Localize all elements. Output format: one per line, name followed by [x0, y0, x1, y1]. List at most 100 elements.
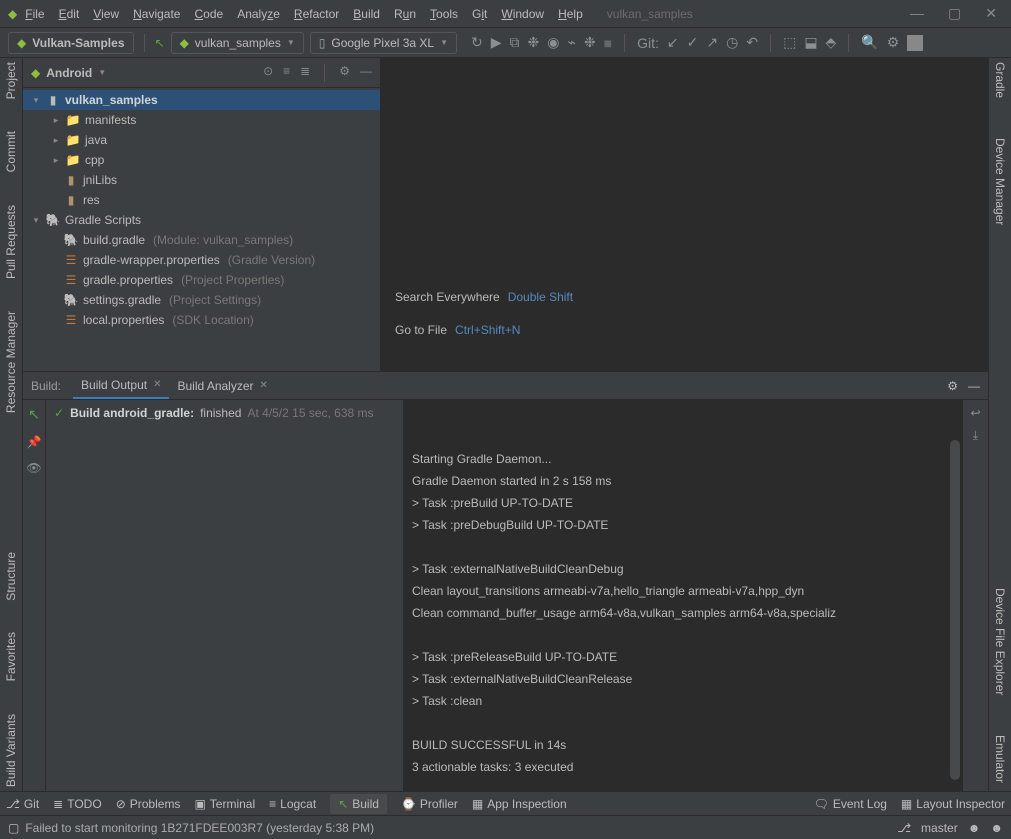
tool-layout-inspector[interactable]: ▦Layout Inspector	[901, 797, 1005, 811]
menu-window[interactable]: Window	[501, 7, 544, 21]
tool-device-manager[interactable]: Device Manager	[993, 138, 1007, 225]
face2-icon[interactable]: ☻	[990, 821, 1003, 835]
tool-build-variants[interactable]: Build Variants	[4, 714, 18, 787]
menu-tools[interactable]: Tools	[430, 7, 458, 21]
git-commit-icon[interactable]: ✓	[687, 34, 699, 51]
scroll-to-end-icon[interactable]: ⤓	[973, 428, 978, 443]
module-icon: ▮	[45, 93, 61, 107]
tool-build[interactable]: ↖Build	[330, 794, 387, 814]
tab-build-analyzer[interactable]: Build Analyzer✕	[169, 372, 275, 399]
tree-gradle-scripts[interactable]: ▾🐘Gradle Scripts	[23, 210, 380, 230]
chevron-down-icon[interactable]: ▼	[98, 68, 106, 77]
tool-git[interactable]: ⎇Git	[6, 797, 39, 811]
tool-pull-requests[interactable]: Pull Requests	[4, 205, 18, 279]
tool-gradle[interactable]: Gradle	[993, 62, 1007, 98]
run-icon[interactable]: ▶	[491, 34, 502, 51]
tree-folder-jnilibs[interactable]: ▮jniLibs	[23, 170, 380, 190]
tool-project[interactable]: Project	[4, 62, 18, 99]
select-opened-icon[interactable]: ⊙	[263, 64, 273, 82]
tree-file[interactable]: 🐘settings.gradle(Project Settings)	[23, 290, 380, 310]
close-button[interactable]: ✕	[985, 5, 997, 22]
view-mode[interactable]: Android	[46, 66, 92, 80]
sdk-icon[interactable]: ⬓	[804, 34, 817, 51]
menu-refactor[interactable]: Refactor	[294, 7, 339, 21]
resource-icon[interactable]: ⬘	[826, 34, 837, 51]
eye-icon[interactable]: 👁	[26, 461, 41, 475]
git-history-icon[interactable]: ◷	[726, 34, 738, 51]
stop-icon[interactable]: ■	[604, 35, 612, 51]
settings-icon[interactable]: ⚙	[887, 34, 900, 51]
tree-folder-res[interactable]: ▮res	[23, 190, 380, 210]
menu-edit[interactable]: Edit	[59, 7, 80, 21]
run-config-dropdown[interactable]: ◆ vulkan_samples ▼	[171, 32, 304, 54]
sync-icon[interactable]: ↻	[471, 34, 483, 51]
tool-logcat[interactable]: ≡Logcat	[269, 797, 316, 811]
tool-device-file-explorer[interactable]: Device File Explorer	[993, 588, 1007, 695]
soft-wrap-icon[interactable]: ↩	[970, 406, 980, 420]
project-nav[interactable]: ◆ Vulkan-Samples	[8, 32, 134, 54]
tool-problems[interactable]: ⊘Problems	[116, 797, 181, 811]
menu-build[interactable]: Build	[353, 7, 380, 21]
hammer-icon[interactable]: ↖	[155, 36, 165, 50]
tree-folder-manifests[interactable]: ▸📁manifests	[23, 110, 380, 130]
menu-navigate[interactable]: Navigate	[133, 7, 180, 21]
menu-code[interactable]: Code	[194, 7, 223, 21]
scrollbar[interactable]	[950, 440, 960, 780]
maximize-button[interactable]: ▢	[948, 5, 961, 22]
tool-commit[interactable]: Commit	[4, 131, 18, 172]
close-icon[interactable]: ✕	[153, 379, 161, 390]
profile-icon[interactable]: ⌁	[568, 34, 576, 51]
user-icon[interactable]	[907, 35, 923, 51]
coverage-icon[interactable]: ◉	[547, 34, 559, 51]
menu-help[interactable]: Help	[558, 7, 583, 21]
tool-app-inspection[interactable]: ▦App Inspection	[472, 797, 567, 811]
tree-root[interactable]: ▾ ▮ vulkan_samples	[23, 90, 380, 110]
tree-file[interactable]: 🐘build.gradle(Module: vulkan_samples)	[23, 230, 380, 250]
apply-changes-icon[interactable]: ⧉	[510, 34, 520, 51]
tree-folder-cpp[interactable]: ▸📁cpp	[23, 150, 380, 170]
tab-build-output[interactable]: Build Output✕	[73, 372, 169, 399]
menu-view[interactable]: View	[93, 7, 119, 21]
tool-terminal[interactable]: ▣Terminal	[194, 797, 255, 811]
tree-file[interactable]: ☰gradle-wrapper.properties(Gradle Versio…	[23, 250, 380, 270]
settings-icon[interactable]: ⚙	[947, 379, 958, 393]
search-icon[interactable]: 🔍	[861, 34, 878, 51]
collapse-icon[interactable]: ≣	[300, 64, 310, 82]
close-icon[interactable]: ✕	[260, 380, 268, 391]
tool-favorites[interactable]: Favorites	[4, 632, 18, 681]
tool-structure[interactable]: Structure	[4, 552, 18, 601]
menu-file[interactable]: File	[25, 7, 44, 21]
git-push-icon[interactable]: ↗	[706, 34, 718, 51]
face1-icon[interactable]: ☻	[968, 821, 981, 835]
rerun-icon[interactable]: ↖	[28, 406, 40, 423]
expand-icon[interactable]: ≡	[283, 64, 290, 82]
hide-icon[interactable]: —	[360, 64, 372, 82]
avd-icon[interactable]: ⬚	[783, 34, 796, 51]
tree-file[interactable]: ☰local.properties(SDK Location)	[23, 310, 380, 330]
tool-event-log[interactable]: 🗨Event Log	[814, 797, 887, 811]
pin-icon[interactable]: 📌	[27, 435, 42, 449]
tool-todo[interactable]: ≣TODO	[53, 797, 102, 811]
settings-icon[interactable]: ⚙	[339, 64, 350, 82]
menu-git[interactable]: Git	[472, 7, 487, 21]
git-update-icon[interactable]: ↙	[667, 34, 679, 51]
menu-run[interactable]: Run	[394, 7, 416, 21]
debug-icon[interactable]: ❉	[528, 34, 540, 51]
menu-analyze[interactable]: Analyze	[237, 7, 280, 21]
tree-folder-java[interactable]: ▸📁java	[23, 130, 380, 150]
branch-name[interactable]: master	[921, 821, 958, 835]
tool-emulator[interactable]: Emulator	[993, 735, 1007, 783]
console-line: > Task :preReleaseBuild UP-TO-DATE	[406, 646, 960, 668]
status-left-icon[interactable]: ▢	[8, 821, 19, 835]
build-output-console[interactable]: Starting Gradle Daemon...Gradle Daemon s…	[404, 400, 962, 791]
tree-file[interactable]: ☰gradle.properties(Project Properties)	[23, 270, 380, 290]
tool-resource-manager[interactable]: Resource Manager	[4, 311, 18, 413]
device-dropdown[interactable]: ▯ Google Pixel 3a XL ▼	[310, 32, 457, 54]
minimize-button[interactable]: —	[910, 5, 924, 22]
git-revert-icon[interactable]: ↶	[746, 34, 758, 51]
tool-profiler[interactable]: ⌚Profiler	[401, 797, 458, 811]
attach-debugger-icon[interactable]: ❉	[584, 34, 596, 51]
build-root-status[interactable]: ✓ Build android_gradle: finished At 4/5/…	[54, 406, 395, 420]
hide-icon[interactable]: —	[968, 379, 980, 393]
console-line: Starting Gradle Daemon...	[406, 448, 960, 470]
